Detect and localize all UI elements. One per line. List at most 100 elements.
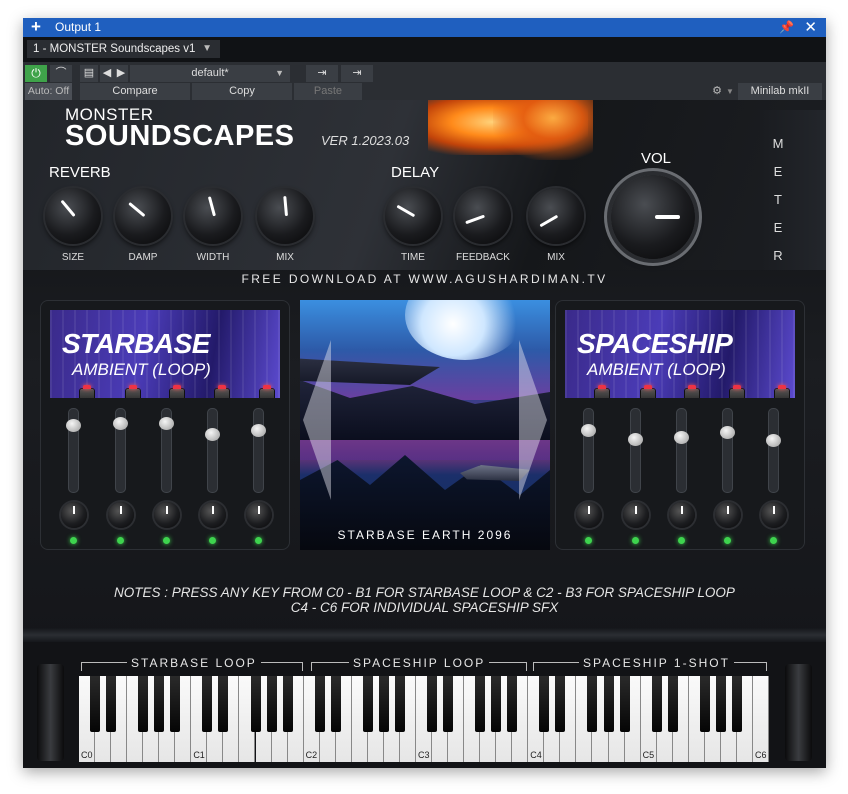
next-artwork-arrow[interactable] [519, 340, 547, 500]
reverb-width-knob[interactable] [185, 188, 241, 244]
black-key[interactable] [443, 676, 454, 732]
black-key[interactable] [250, 676, 261, 732]
starbase-slider-5[interactable] [251, 408, 266, 493]
black-key[interactable] [170, 676, 181, 732]
volume-knob[interactable] [611, 175, 695, 259]
black-key[interactable] [394, 676, 405, 732]
starbase-slider-4[interactable] [205, 408, 220, 493]
white-key[interactable]: C6 [752, 676, 769, 762]
black-key[interactable] [651, 676, 662, 732]
starbase-knob-2[interactable] [108, 502, 134, 528]
pin-icon[interactable]: 📌 [779, 20, 794, 34]
black-key[interactable] [507, 676, 518, 732]
black-key[interactable] [619, 676, 630, 732]
piano-keyboard[interactable]: C0 C1 C2 C3 C4 C5 C6 [79, 676, 769, 762]
layer-button[interactable] [215, 385, 229, 398]
close-icon[interactable]: ✕ [804, 18, 817, 37]
reverb-damp-knob[interactable] [115, 188, 171, 244]
delay-time-knob[interactable] [385, 188, 441, 244]
black-key[interactable] [314, 676, 325, 732]
black-key[interactable] [90, 676, 101, 732]
black-key[interactable] [603, 676, 614, 732]
black-key[interactable] [154, 676, 165, 732]
layer-button[interactable] [260, 385, 274, 398]
add-icon[interactable]: + [31, 18, 41, 36]
layer-button[interactable] [730, 385, 744, 398]
starbase-slider-1[interactable] [66, 408, 81, 493]
spaceship-slider-2[interactable] [628, 408, 643, 493]
slider-thumb[interactable] [113, 417, 128, 430]
starbase-knob-1[interactable] [61, 502, 87, 528]
paste-button[interactable]: Paste [294, 83, 362, 100]
compare-button[interactable]: Compare [80, 83, 190, 100]
black-key[interactable] [427, 676, 438, 732]
route-icon[interactable]: ⇥ [341, 65, 373, 82]
black-key[interactable] [362, 676, 373, 732]
slider-thumb[interactable] [159, 417, 174, 430]
starbase-knob-4[interactable] [200, 502, 226, 528]
preset-select[interactable]: default* ▼ [130, 65, 290, 82]
layer-button[interactable] [170, 385, 184, 398]
plugin-instance-selector[interactable]: 1 - MONSTER Soundscapes v1 ▼ [27, 40, 220, 58]
starbase-knob-3[interactable] [154, 502, 180, 528]
layer-button[interactable] [641, 385, 655, 398]
spaceship-slider-5[interactable] [766, 408, 781, 493]
slider-thumb[interactable] [251, 424, 266, 437]
copy-button[interactable]: Copy [192, 83, 292, 100]
delay-feedback-knob[interactable] [455, 188, 511, 244]
layer-button[interactable] [595, 385, 609, 398]
black-key[interactable] [587, 676, 598, 732]
pitch-wheel[interactable] [37, 664, 64, 761]
black-key[interactable] [202, 676, 213, 732]
power-button[interactable]: ⏻ [25, 65, 47, 82]
slider-thumb[interactable] [581, 424, 596, 437]
black-key[interactable] [539, 676, 550, 732]
bypass-icon[interactable]: ⌒ [50, 65, 72, 82]
slider-thumb[interactable] [674, 431, 689, 444]
black-key[interactable] [699, 676, 710, 732]
mod-wheel[interactable] [785, 664, 812, 761]
preset-menu-icon[interactable]: ▤ [80, 65, 98, 82]
black-key[interactable] [731, 676, 742, 732]
black-key[interactable] [555, 676, 566, 732]
black-key[interactable] [138, 676, 149, 732]
reverb-size-knob[interactable] [45, 188, 101, 244]
spaceship-knob-3[interactable] [669, 502, 695, 528]
spaceship-slider-4[interactable] [720, 408, 735, 493]
prev-preset-icon[interactable]: ◀ [100, 65, 114, 82]
layer-button[interactable] [80, 385, 94, 398]
spaceship-knob-1[interactable] [576, 502, 602, 528]
spaceship-knob-5[interactable] [761, 502, 787, 528]
slider-thumb[interactable] [66, 419, 81, 432]
delay-mix-knob[interactable] [528, 188, 584, 244]
black-key[interactable] [491, 676, 502, 732]
slider-thumb[interactable] [205, 428, 220, 441]
automation-button[interactable]: Auto: Off [25, 83, 72, 100]
slider-thumb[interactable] [720, 426, 735, 439]
black-key[interactable] [378, 676, 389, 732]
layer-button[interactable] [126, 385, 140, 398]
black-key[interactable] [106, 676, 117, 732]
black-key[interactable] [218, 676, 229, 732]
slider-thumb[interactable] [766, 434, 781, 447]
spaceship-slider-3[interactable] [674, 408, 689, 493]
slider-thumb[interactable] [628, 433, 643, 446]
spaceship-knob-4[interactable] [715, 502, 741, 528]
black-key[interactable] [282, 676, 293, 732]
starbase-slider-2[interactable] [113, 408, 128, 493]
spaceship-knob-2[interactable] [623, 502, 649, 528]
black-key[interactable] [667, 676, 678, 732]
next-preset-icon[interactable]: ▶ [114, 65, 128, 82]
layer-button[interactable] [775, 385, 789, 398]
black-key[interactable] [475, 676, 486, 732]
reverb-mix-knob[interactable] [257, 188, 313, 244]
layer-button[interactable] [685, 385, 699, 398]
sidechain-icon[interactable]: ⇥ [306, 65, 338, 82]
starbase-slider-3[interactable] [159, 408, 174, 493]
black-key[interactable] [715, 676, 726, 732]
black-key[interactable] [266, 676, 277, 732]
spaceship-slider-1[interactable] [581, 408, 596, 493]
black-key[interactable] [330, 676, 341, 732]
starbase-knob-5[interactable] [246, 502, 272, 528]
chevron-down-icon[interactable]: ▼ [725, 83, 735, 100]
